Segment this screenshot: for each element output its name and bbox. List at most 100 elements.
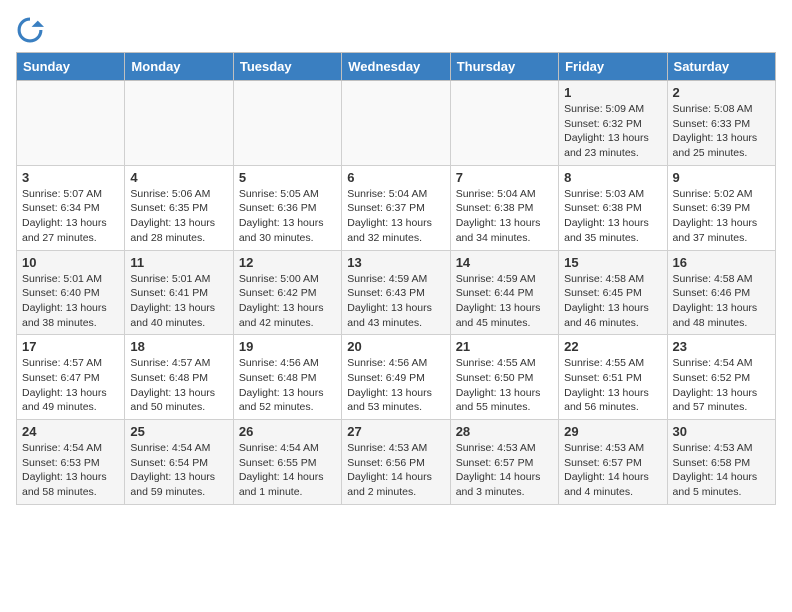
day-number: 3	[22, 170, 119, 185]
day-number: 1	[564, 85, 661, 100]
calendar-cell: 16 Sunrise: 4:58 AM Sunset: 6:46 PM Dayli…	[667, 250, 775, 335]
day-number: 29	[564, 424, 661, 439]
day-info: Sunrise: 4:54 AM Sunset: 6:54 PM Dayligh…	[130, 441, 227, 500]
day-number: 19	[239, 339, 336, 354]
weekday-header-row: SundayMondayTuesdayWednesdayThursdayFrid…	[17, 53, 776, 81]
calendar-week-row: 10 Sunrise: 5:01 AM Sunset: 6:40 PM Dayli…	[17, 250, 776, 335]
calendar-cell: 29Sunrise: 4:53 AM Sunset: 6:57 PM Dayli…	[559, 420, 667, 505]
day-info: Sunrise: 4:59 AM Sunset: 6:43 PM Dayligh…	[347, 272, 444, 331]
calendar-cell	[342, 81, 450, 166]
calendar-cell: 28 Sunrise: 4:53 AM Sunset: 6:57 PM Dayli…	[450, 420, 558, 505]
calendar-cell	[17, 81, 125, 166]
day-info: Sunrise: 4:53 AM Sunset: 6:57 PM Dayligh…	[456, 441, 553, 500]
day-number: 23	[673, 339, 770, 354]
day-number: 17	[22, 339, 119, 354]
day-info: Sunrise: 5:06 AM Sunset: 6:35 PM Dayligh…	[130, 187, 227, 246]
calendar-cell: 9 Sunrise: 5:02 AM Sunset: 6:39 PM Daylig…	[667, 165, 775, 250]
calendar-cell: 10 Sunrise: 5:01 AM Sunset: 6:40 PM Dayli…	[17, 250, 125, 335]
calendar-cell: 13 Sunrise: 4:59 AM Sunset: 6:43 PM Dayli…	[342, 250, 450, 335]
day-number: 26	[239, 424, 336, 439]
day-info: Sunrise: 5:03 AM Sunset: 6:38 PM Dayligh…	[564, 187, 661, 246]
calendar-cell: 5 Sunrise: 5:05 AM Sunset: 6:36 PM Daylig…	[233, 165, 341, 250]
day-number: 2	[673, 85, 770, 100]
calendar-cell: 23 Sunrise: 4:54 AM Sunset: 6:52 PM Dayli…	[667, 335, 775, 420]
day-number: 9	[673, 170, 770, 185]
day-info: Sunrise: 5:05 AM Sunset: 6:36 PM Dayligh…	[239, 187, 336, 246]
day-number: 25	[130, 424, 227, 439]
day-info: Sunrise: 4:54 AM Sunset: 6:55 PM Dayligh…	[239, 441, 336, 500]
calendar-table: SundayMondayTuesdayWednesdayThursdayFrid…	[16, 52, 776, 505]
calendar-cell: 17 Sunrise: 4:57 AM Sunset: 6:47 PM Dayli…	[17, 335, 125, 420]
weekday-header: Monday	[125, 53, 233, 81]
day-number: 13	[347, 255, 444, 270]
calendar-cell: 4 Sunrise: 5:06 AM Sunset: 6:35 PM Daylig…	[125, 165, 233, 250]
day-number: 12	[239, 255, 336, 270]
calendar-cell: 30 Sunrise: 4:53 AM Sunset: 6:58 PM Dayli…	[667, 420, 775, 505]
day-info: Sunrise: 4:58 AM Sunset: 6:46 PM Dayligh…	[673, 272, 770, 331]
day-info: Sunrise: 5:09 AM Sunset: 6:32 PM Dayligh…	[564, 102, 661, 161]
logo-icon	[16, 16, 44, 44]
day-number: 24	[22, 424, 119, 439]
weekday-header: Sunday	[17, 53, 125, 81]
day-number: 15	[564, 255, 661, 270]
calendar-week-row: 1 Sunrise: 5:09 AM Sunset: 6:32 PM Daylig…	[17, 81, 776, 166]
day-info: Sunrise: 4:54 AM Sunset: 6:52 PM Dayligh…	[673, 356, 770, 415]
day-number: 27	[347, 424, 444, 439]
calendar-cell: 25 Sunrise: 4:54 AM Sunset: 6:54 PM Dayli…	[125, 420, 233, 505]
day-number: 7	[456, 170, 553, 185]
calendar-cell: 18 Sunrise: 4:57 AM Sunset: 6:48 PM Dayli…	[125, 335, 233, 420]
day-info: Sunrise: 4:57 AM Sunset: 6:48 PM Dayligh…	[130, 356, 227, 415]
day-number: 8	[564, 170, 661, 185]
day-info: Sunrise: 5:04 AM Sunset: 6:38 PM Dayligh…	[456, 187, 553, 246]
calendar-week-row: 24 Sunrise: 4:54 AM Sunset: 6:53 PM Dayli…	[17, 420, 776, 505]
calendar-cell: 24 Sunrise: 4:54 AM Sunset: 6:53 PM Dayli…	[17, 420, 125, 505]
weekday-header: Saturday	[667, 53, 775, 81]
calendar-cell: 22 Sunrise: 4:55 AM Sunset: 6:51 PM Dayli…	[559, 335, 667, 420]
calendar-cell: 11Sunrise: 5:01 AM Sunset: 6:41 PM Dayli…	[125, 250, 233, 335]
day-info: Sunrise: 4:56 AM Sunset: 6:49 PM Dayligh…	[347, 356, 444, 415]
weekday-header: Thursday	[450, 53, 558, 81]
day-info: Sunrise: 4:54 AM Sunset: 6:53 PM Dayligh…	[22, 441, 119, 500]
calendar-cell: 21Sunrise: 4:55 AM Sunset: 6:50 PM Dayli…	[450, 335, 558, 420]
calendar-cell: 14 Sunrise: 4:59 AM Sunset: 6:44 PM Dayli…	[450, 250, 558, 335]
day-number: 5	[239, 170, 336, 185]
day-info: Sunrise: 4:59 AM Sunset: 6:44 PM Dayligh…	[456, 272, 553, 331]
calendar-week-row: 3 Sunrise: 5:07 AM Sunset: 6:34 PM Daylig…	[17, 165, 776, 250]
calendar-cell: 7 Sunrise: 5:04 AM Sunset: 6:38 PM Daylig…	[450, 165, 558, 250]
day-number: 4	[130, 170, 227, 185]
calendar-cell	[233, 81, 341, 166]
day-number: 14	[456, 255, 553, 270]
day-info: Sunrise: 4:56 AM Sunset: 6:48 PM Dayligh…	[239, 356, 336, 415]
day-info: Sunrise: 5:08 AM Sunset: 6:33 PM Dayligh…	[673, 102, 770, 161]
day-info: Sunrise: 4:53 AM Sunset: 6:58 PM Dayligh…	[673, 441, 770, 500]
day-info: Sunrise: 4:57 AM Sunset: 6:47 PM Dayligh…	[22, 356, 119, 415]
day-info: Sunrise: 5:00 AM Sunset: 6:42 PM Dayligh…	[239, 272, 336, 331]
day-number: 20	[347, 339, 444, 354]
day-info: Sunrise: 5:07 AM Sunset: 6:34 PM Dayligh…	[22, 187, 119, 246]
day-number: 10	[22, 255, 119, 270]
header	[16, 16, 776, 44]
day-number: 30	[673, 424, 770, 439]
calendar-cell: 19 Sunrise: 4:56 AM Sunset: 6:48 PM Dayli…	[233, 335, 341, 420]
day-number: 28	[456, 424, 553, 439]
calendar-cell	[450, 81, 558, 166]
calendar-cell: 6Sunrise: 5:04 AM Sunset: 6:37 PM Daylig…	[342, 165, 450, 250]
calendar-cell: 27 Sunrise: 4:53 AM Sunset: 6:56 PM Dayli…	[342, 420, 450, 505]
calendar-cell: 2 Sunrise: 5:08 AM Sunset: 6:33 PM Daylig…	[667, 81, 775, 166]
day-info: Sunrise: 4:53 AM Sunset: 6:56 PM Dayligh…	[347, 441, 444, 500]
day-number: 21	[456, 339, 553, 354]
day-number: 11	[130, 255, 227, 270]
calendar-cell: 15Sunrise: 4:58 AM Sunset: 6:45 PM Dayli…	[559, 250, 667, 335]
day-number: 16	[673, 255, 770, 270]
day-info: Sunrise: 5:01 AM Sunset: 6:40 PM Dayligh…	[22, 272, 119, 331]
calendar-cell	[125, 81, 233, 166]
day-number: 18	[130, 339, 227, 354]
weekday-header: Wednesday	[342, 53, 450, 81]
logo	[16, 16, 48, 44]
calendar-cell: 12 Sunrise: 5:00 AM Sunset: 6:42 PM Dayli…	[233, 250, 341, 335]
day-info: Sunrise: 5:04 AM Sunset: 6:37 PM Dayligh…	[347, 187, 444, 246]
weekday-header: Friday	[559, 53, 667, 81]
day-info: Sunrise: 4:55 AM Sunset: 6:51 PM Dayligh…	[564, 356, 661, 415]
day-number: 22	[564, 339, 661, 354]
day-info: Sunrise: 5:02 AM Sunset: 6:39 PM Dayligh…	[673, 187, 770, 246]
